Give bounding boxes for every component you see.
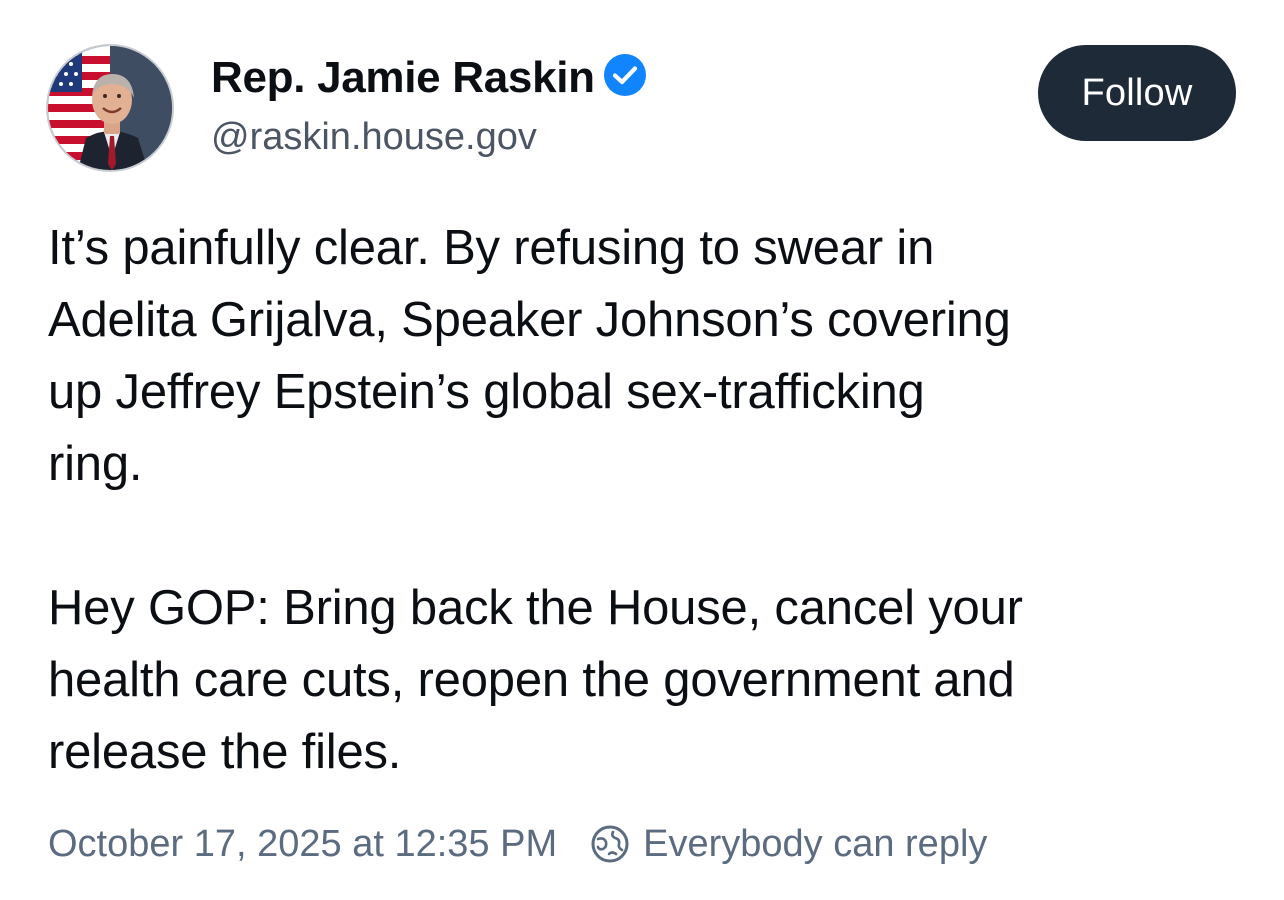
author-info: Rep. Jamie Raskin @raskin.house.gov — [211, 52, 649, 162]
post-body-text: It’s painfully clear. By refusing to swe… — [48, 221, 1023, 779]
avatar[interactable] — [48, 46, 172, 170]
author-display-name[interactable]: Rep. Jamie Raskin — [211, 52, 595, 104]
follow-button[interactable]: Follow — [1038, 45, 1236, 141]
post-card: Rep. Jamie Raskin @raskin.house.gov Foll… — [0, 0, 1284, 900]
globe-icon — [589, 823, 631, 865]
verified-badge-icon — [601, 51, 649, 99]
reply-setting[interactable]: Everybody can reply — [589, 823, 987, 866]
post-header: Rep. Jamie Raskin @raskin.house.gov Foll… — [48, 44, 1236, 174]
post-meta: October 17, 2025 at 12:35 PM Everybody c… — [48, 818, 987, 870]
post-timestamp[interactable]: October 17, 2025 at 12:35 PM — [48, 823, 557, 866]
author-handle[interactable]: @raskin.house.gov — [211, 112, 649, 162]
reply-setting-label: Everybody can reply — [643, 822, 988, 865]
avatar-photo — [48, 46, 172, 170]
